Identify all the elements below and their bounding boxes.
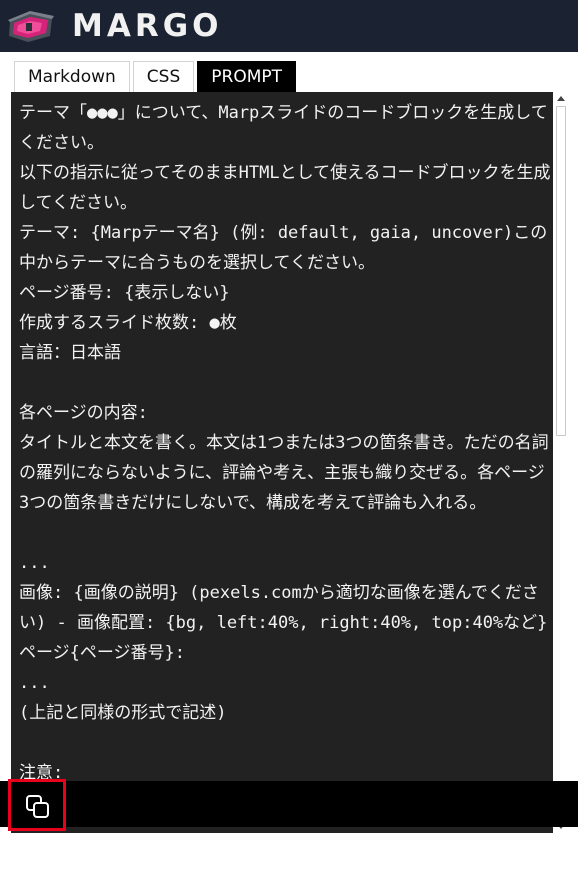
chest-icon — [6, 8, 56, 44]
copy-icon — [26, 795, 49, 818]
scroll-thumb[interactable] — [556, 106, 566, 436]
main-panel: Markdown CSS PROMPT テーマ「●●●」について、Marpスライ… — [0, 52, 578, 891]
top-bar: MARGO — [0, 0, 578, 52]
prompt-text[interactable]: テーマ「●●●」について、Marpスライドのコードブロックを生成してください。 … — [19, 98, 553, 788]
prompt-editor[interactable]: テーマ「●●●」について、Marpスライドのコードブロックを生成してください。 … — [11, 92, 569, 833]
scroll-up-arrow-icon[interactable] — [557, 96, 565, 101]
tab-bar: Markdown CSS PROMPT — [14, 61, 299, 92]
tab-markdown[interactable]: Markdown — [14, 61, 130, 92]
tab-prompt[interactable]: PROMPT — [197, 61, 296, 92]
vertical-scrollbar[interactable] — [553, 92, 569, 833]
tab-css[interactable]: CSS — [132, 61, 195, 92]
bottom-strip — [0, 879, 578, 891]
copy-button[interactable] — [8, 779, 66, 831]
app-title: MARGO — [72, 8, 223, 44]
bottom-toolbar — [0, 781, 578, 827]
